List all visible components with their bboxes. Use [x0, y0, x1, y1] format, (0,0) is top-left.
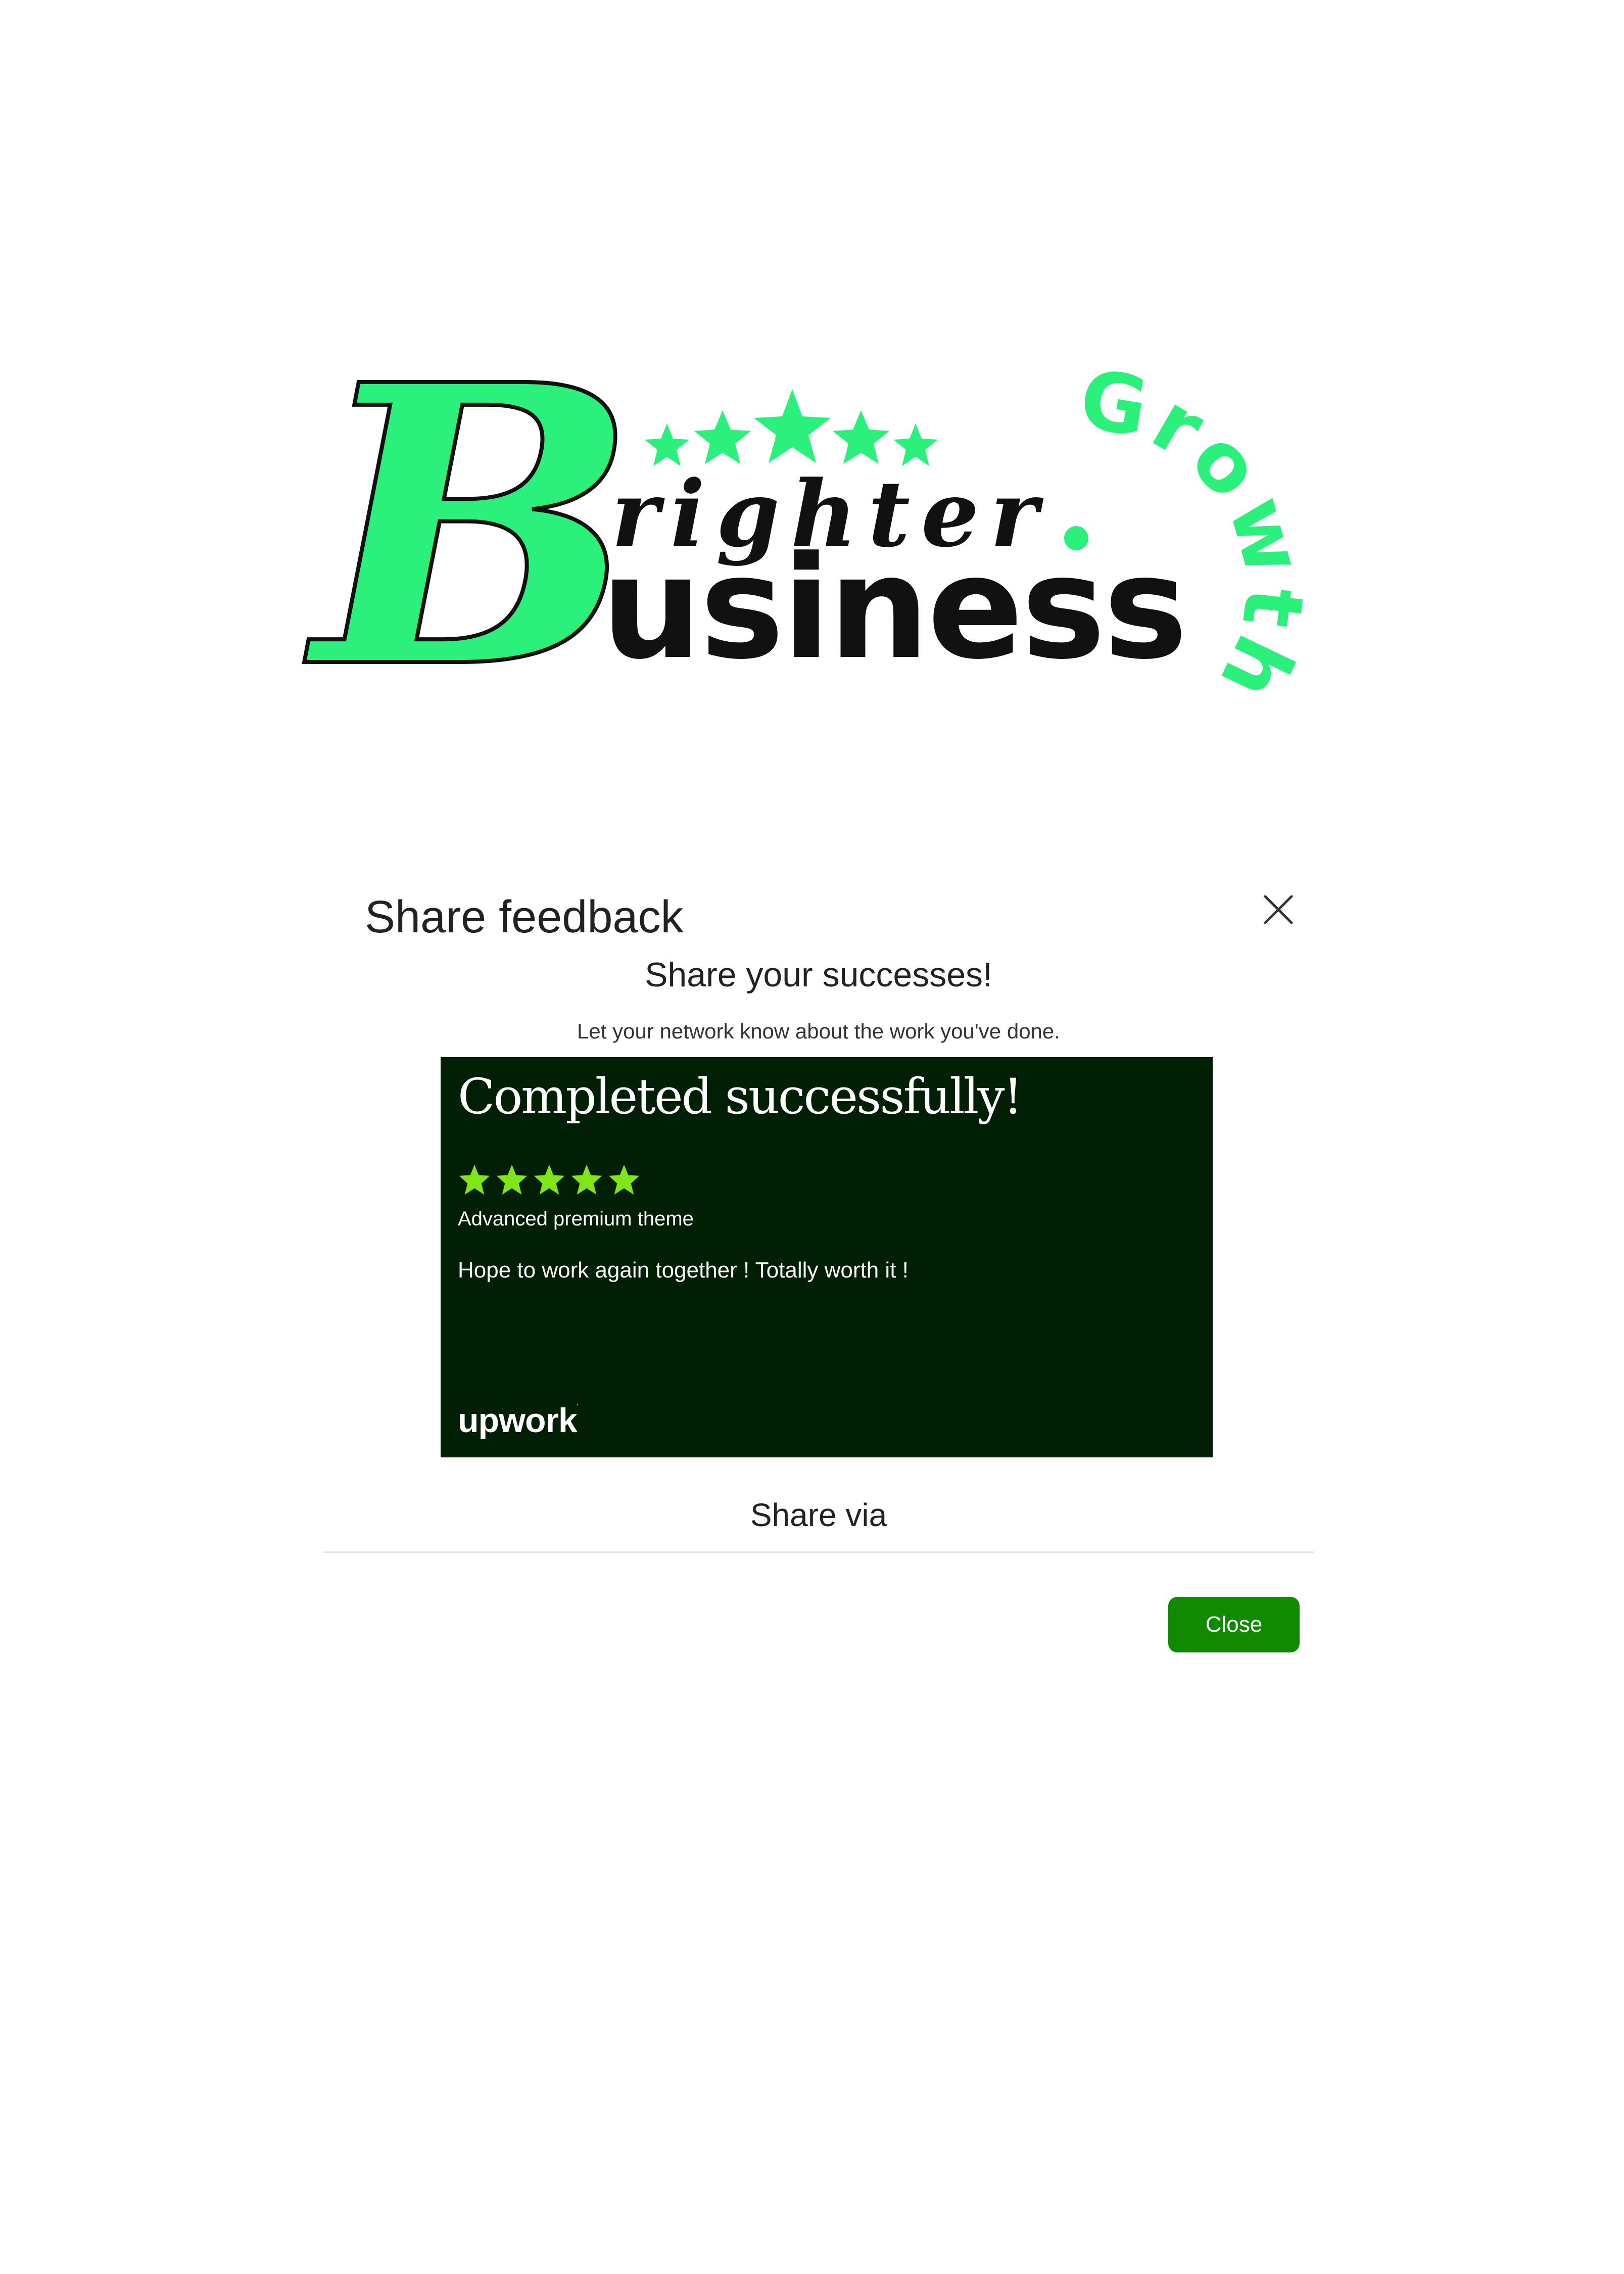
- logo-word-usiness: usiness: [601, 526, 1186, 691]
- upwork-trademark: ': [577, 1403, 579, 1411]
- upwork-logo: upwork': [458, 1401, 579, 1440]
- modal-subtitle: Share your successes!: [645, 956, 992, 994]
- card-project-title: Advanced premium theme: [458, 1208, 694, 1230]
- logo-star-3: [754, 389, 831, 463]
- share-via-label: Share via: [750, 1497, 887, 1533]
- modal-title: Share feedback: [365, 892, 684, 942]
- close-button[interactable]: Close: [1168, 1597, 1300, 1652]
- logo-star-5: [893, 423, 938, 466]
- rating-stars: [458, 1163, 641, 1197]
- logo-graphic: B righter usiness Growth: [299, 300, 1318, 755]
- divider: [323, 1551, 1314, 1553]
- logo-star-4: [833, 410, 889, 464]
- logo-star-1: [645, 423, 689, 466]
- logo-stars: [645, 389, 938, 466]
- share-feedback-modal: Share feedback Share your successes! Let…: [323, 869, 1314, 1657]
- upwork-logo-text: upwork: [458, 1401, 578, 1440]
- logo-letter-b: B: [301, 302, 638, 753]
- modal-description: Let your network know about the work you…: [577, 1019, 1060, 1043]
- close-icon[interactable]: [1258, 889, 1299, 930]
- close-icon-glyph: [1264, 895, 1293, 924]
- brand-logo: B righter usiness Growth: [299, 300, 1318, 778]
- star-icon: [534, 1164, 565, 1195]
- star-icon: [571, 1164, 602, 1195]
- card-headline: Completed successfully!: [458, 1068, 1023, 1125]
- star-icon: [496, 1164, 528, 1195]
- star-icon: [459, 1164, 490, 1195]
- feedback-card: Completed successfully! Advanced premium…: [441, 1057, 1213, 1457]
- card-comment: Hope to work again together ! Totally wo…: [458, 1258, 909, 1283]
- logo-star-2: [694, 410, 751, 464]
- star-icon: [608, 1164, 640, 1195]
